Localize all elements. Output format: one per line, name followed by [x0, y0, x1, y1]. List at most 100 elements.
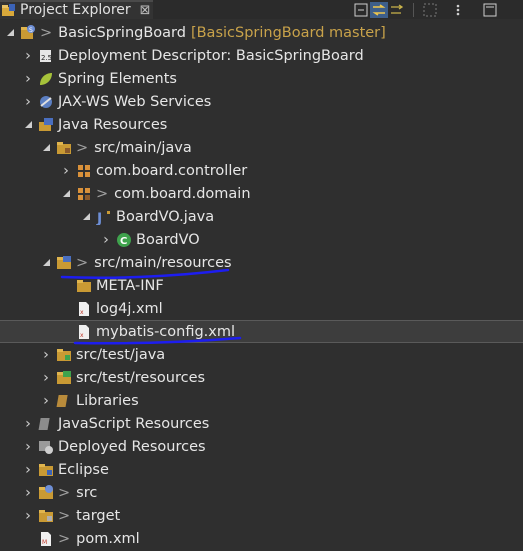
git-prefix: > — [58, 507, 71, 524]
expanded-arrow-icon[interactable] — [4, 27, 16, 39]
tree-item-boardvo-class[interactable]: › C BoardVO — [0, 228, 523, 251]
git-prefix: > — [58, 484, 71, 501]
src-label: src — [76, 484, 98, 501]
tree-item-meta-inf[interactable]: META-INF — [0, 274, 523, 297]
tree-item-mybatis-config[interactable]: x mybatis-config.xml — [0, 320, 523, 343]
xml-file-icon: x — [76, 324, 92, 340]
boardvo-java-label: BoardVO.java — [116, 208, 215, 225]
deployment-descriptor-icon: 2.5 — [38, 48, 54, 64]
collapsed-arrow-icon[interactable]: › — [100, 232, 112, 248]
tree-item-deployed-resources[interactable]: › Deployed Resources — [0, 435, 523, 458]
spring-leaf-icon — [38, 71, 54, 87]
git-prefix: > — [76, 254, 89, 271]
source-folder-icon — [56, 347, 72, 363]
tree-item-deployment-descriptor[interactable]: › 2.5 Deployment Descriptor: BasicSpring… — [0, 44, 523, 67]
tree-item-target[interactable]: › > target — [0, 504, 523, 527]
collapsed-arrow-icon[interactable]: › — [60, 163, 72, 179]
link-with-editor-icon[interactable] — [370, 1, 388, 18]
expanded-arrow-icon[interactable] — [22, 119, 34, 131]
package-icon — [76, 186, 92, 202]
svg-text:S: S — [29, 27, 33, 34]
folder-icon — [38, 462, 54, 478]
tree-item-src-test-java[interactable]: › src/test/java — [0, 343, 523, 366]
view-menu-icon[interactable] — [449, 2, 467, 18]
pkg-controller-label: com.board.controller — [96, 162, 248, 179]
java-resources-label: Java Resources — [58, 116, 168, 133]
collapsed-arrow-icon[interactable]: › — [22, 416, 34, 432]
tree-item-libraries[interactable]: › Libraries — [0, 389, 523, 412]
tree-item-pkg-controller[interactable]: › com.board.controller — [0, 159, 523, 182]
libraries-icon — [56, 393, 72, 409]
boardvo-class-label: BoardVO — [136, 231, 200, 248]
project-git-prefix: > — [40, 24, 53, 41]
svg-text:2.5: 2.5 — [41, 54, 52, 62]
svg-text:x: x — [80, 309, 84, 316]
svg-text:M: M — [42, 539, 47, 546]
libraries-label: Libraries — [76, 392, 139, 409]
expanded-arrow-icon[interactable] — [60, 188, 72, 200]
minimize-icon[interactable] — [481, 2, 499, 18]
collapsed-arrow-icon[interactable]: › — [22, 462, 34, 478]
tree-item-jaxws[interactable]: › JAX-WS Web Services — [0, 90, 523, 113]
js-resources-icon — [38, 416, 54, 432]
view-toolbar — [352, 0, 499, 19]
filters-icon[interactable] — [388, 2, 406, 18]
log4j-label: log4j.xml — [96, 300, 163, 317]
expanded-arrow-icon[interactable] — [80, 211, 92, 223]
collapsed-arrow-icon[interactable]: › — [22, 71, 34, 87]
toolbar-separator — [413, 2, 414, 17]
tree-item-src-main-resources[interactable]: > src/main/resources — [0, 251, 523, 274]
expanded-arrow-icon[interactable] — [40, 257, 52, 269]
collapsed-arrow-icon[interactable]: › — [22, 439, 34, 455]
tree-item-pom[interactable]: M > pom.xml — [0, 527, 523, 550]
view-titlebar: Project Explorer ⊠ — [0, 0, 523, 19]
src-main-java-label: src/main/java — [94, 139, 192, 156]
collapsed-arrow-icon[interactable]: › — [40, 347, 52, 363]
xml-file-icon: M — [38, 531, 54, 547]
pom-label: pom.xml — [76, 530, 140, 547]
project-explorer-icon — [2, 4, 16, 17]
tab-project-explorer[interactable]: Project Explorer ⊠ — [0, 0, 153, 19]
src-main-resources-label: src/main/resources — [94, 254, 232, 271]
java-resources-icon — [38, 117, 54, 133]
source-folder-icon — [56, 255, 72, 271]
collapsed-arrow-icon[interactable]: › — [40, 393, 52, 409]
tree-item-eclipse[interactable]: › Eclipse — [0, 458, 523, 481]
tree-item-log4j[interactable]: x log4j.xml — [0, 297, 523, 320]
tree-item-js-resources[interactable]: › JavaScript Resources — [0, 412, 523, 435]
tree-item-src-test-resources[interactable]: › src/test/resources — [0, 366, 523, 389]
tree-item-src[interactable]: › > src — [0, 481, 523, 504]
git-prefix: > — [96, 185, 109, 202]
pkg-domain-label: com.board.domain — [114, 185, 251, 202]
src-test-resources-label: src/test/resources — [76, 369, 206, 386]
target-label: target — [76, 507, 121, 524]
src-test-java-label: src/test/java — [76, 346, 166, 363]
git-branch-decoration: [BasicSpringBoard master] — [190, 24, 386, 41]
tree-item-project[interactable]: S > BasicSpringBoard [BasicSpringBoard m… — [0, 21, 523, 44]
meta-inf-label: META-INF — [96, 277, 164, 294]
collapsed-arrow-icon[interactable]: › — [40, 370, 52, 386]
expanded-arrow-icon[interactable] — [40, 142, 52, 154]
focus-icon[interactable] — [421, 2, 439, 18]
folder-icon — [38, 484, 54, 501]
java-file-icon: J — [96, 209, 112, 227]
tree-item-java-resources[interactable]: Java Resources — [0, 113, 523, 136]
tree-item-src-main-java[interactable]: > src/main/java — [0, 136, 523, 159]
collapsed-arrow-icon[interactable]: › — [22, 508, 34, 524]
tree-item-boardvo-java[interactable]: J BoardVO.java — [0, 205, 523, 228]
collapse-all-icon[interactable] — [352, 2, 370, 18]
collapsed-arrow-icon[interactable]: › — [22, 94, 34, 110]
close-icon[interactable]: ⊠ — [140, 4, 151, 17]
source-folder-icon — [56, 370, 72, 386]
js-resources-label: JavaScript Resources — [58, 415, 210, 432]
git-prefix: > — [76, 139, 89, 156]
folder-icon — [76, 278, 92, 294]
source-folder-icon — [56, 140, 72, 156]
collapsed-arrow-icon[interactable]: › — [22, 485, 34, 501]
collapsed-arrow-icon[interactable]: › — [22, 48, 34, 64]
tree-item-pkg-domain[interactable]: > com.board.domain — [0, 182, 523, 205]
svg-text:J: J — [96, 211, 102, 225]
class-icon: C — [116, 232, 132, 248]
tree-item-spring-elements[interactable]: › Spring Elements — [0, 67, 523, 90]
folder-icon — [38, 508, 54, 524]
